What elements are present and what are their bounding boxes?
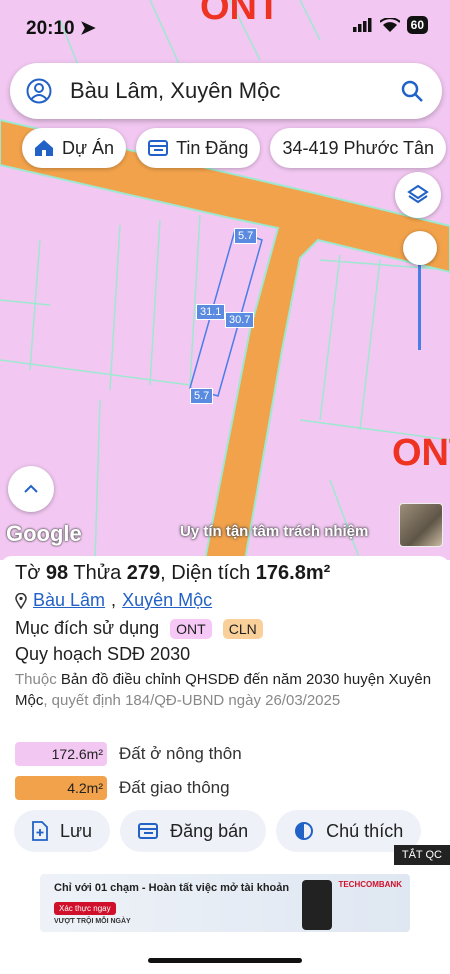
- land-use-row: 172.6m² Đất ở nông thôn: [15, 742, 242, 766]
- land-use-bar: 172.6m²: [15, 742, 107, 766]
- location-arrow-icon: ➤: [79, 18, 96, 39]
- battery-icon: 60: [406, 16, 428, 34]
- search-icon[interactable]: [400, 79, 424, 103]
- post-for-sale-button[interactable]: Đăng bán: [120, 810, 267, 852]
- action-buttons: Lưu Đăng bán Chú thích: [14, 810, 422, 852]
- watermark-text: Uy tín tận tâm trách nhiệm: [180, 523, 369, 540]
- cellular-signal-icon: [352, 18, 372, 32]
- ad-headline: Chỉ với 01 chạm - Hoàn tất việc mở tài k…: [54, 882, 290, 894]
- measurement-bottom: 5.7: [190, 388, 214, 404]
- chip-label: 34-419 Phước Tân: [282, 137, 435, 158]
- ad-brand-logo: TECHCOMBANK: [338, 880, 402, 889]
- measurement-right: 30.7: [225, 312, 255, 328]
- house-icon: [35, 140, 53, 156]
- ad-banner[interactable]: Chỉ với 01 chạm - Hoàn tất việc mở tài k…: [40, 874, 410, 932]
- filter-chips: Dự Án Tin Đăng 34-419 Phước Tân: [22, 128, 447, 168]
- listing-icon: [148, 140, 169, 156]
- zone-label-ont: ONT: [392, 432, 450, 474]
- half-circle-icon: [295, 822, 314, 840]
- chip-label: Tin Đăng: [176, 137, 249, 158]
- land-use-row: 4.2m² Đất giao thông: [15, 776, 230, 800]
- ad-subtitle: VƯỢT TRỘI MỖI NGÀY: [54, 918, 131, 925]
- listing-icon: [138, 823, 159, 839]
- save-plus-icon: [32, 821, 48, 841]
- parcel-info-sheet: Tờ 98 Thửa 279, Diện tích 176.8m² Bàu Lâ…: [0, 556, 450, 874]
- tag-ont: ONT: [170, 619, 212, 640]
- location-link-bau-lam[interactable]: Bàu Lâm: [33, 590, 105, 611]
- measurement-top: 5.7: [234, 228, 258, 244]
- ad-phone-image: [302, 880, 332, 930]
- land-use-label: Đất giao thông: [119, 778, 230, 797]
- account-icon[interactable]: [26, 78, 52, 104]
- google-logo: Google: [6, 521, 82, 546]
- expand-button[interactable]: [8, 466, 54, 512]
- land-use-label: Đất ở nông thôn: [119, 744, 242, 763]
- usage-purpose-row: Mục đích sử dụng ONT CLN: [15, 618, 263, 640]
- measurement-left: 31.1: [196, 304, 226, 320]
- opacity-slider-handle[interactable]: [403, 231, 437, 265]
- watermark-photo: [399, 503, 443, 547]
- plan-description: Thuộc Bản đồ điều chỉnh QHSDĐ đến năm 20…: [15, 671, 432, 709]
- ad-cta[interactable]: Xác thực ngay: [54, 902, 116, 915]
- close-ad-button[interactable]: TẮT QC: [393, 845, 450, 865]
- parcel-title: Tờ 98 Thửa 279, Diện tích 176.8m²: [15, 562, 331, 584]
- chip-phuoc-tan[interactable]: 34-419 Phước Tân: [270, 128, 447, 168]
- status-bar: 20:10 ➤ 60: [0, 0, 450, 58]
- chip-tin-dang[interactable]: Tin Đăng: [136, 128, 261, 168]
- search-input[interactable]: Bàu Lâm, Xuyên Mộc: [70, 78, 400, 104]
- chip-du-an[interactable]: Dự Án: [22, 128, 127, 168]
- land-use-bar: 4.2m²: [15, 776, 107, 800]
- tag-cln: CLN: [222, 619, 263, 640]
- home-indicator[interactable]: [148, 958, 302, 963]
- layers-button[interactable]: [395, 172, 441, 218]
- save-button[interactable]: Lưu: [14, 810, 111, 852]
- chevron-up-icon: [24, 484, 38, 493]
- pin-icon: [15, 592, 27, 609]
- parcel-location: Bàu Lâm, Xuyên Mộc: [15, 590, 212, 611]
- layers-icon: [407, 184, 429, 204]
- location-link-xuyen-moc[interactable]: Xuyên Mộc: [122, 590, 212, 611]
- chip-label: Dự Án: [62, 137, 115, 158]
- wifi-icon: [379, 17, 400, 32]
- plan-heading: Quy hoạch SDĐ 2030: [15, 644, 191, 664]
- search-bar[interactable]: Bàu Lâm, Xuyên Mộc: [10, 63, 442, 119]
- clock: 20:10 ➤: [26, 18, 96, 39]
